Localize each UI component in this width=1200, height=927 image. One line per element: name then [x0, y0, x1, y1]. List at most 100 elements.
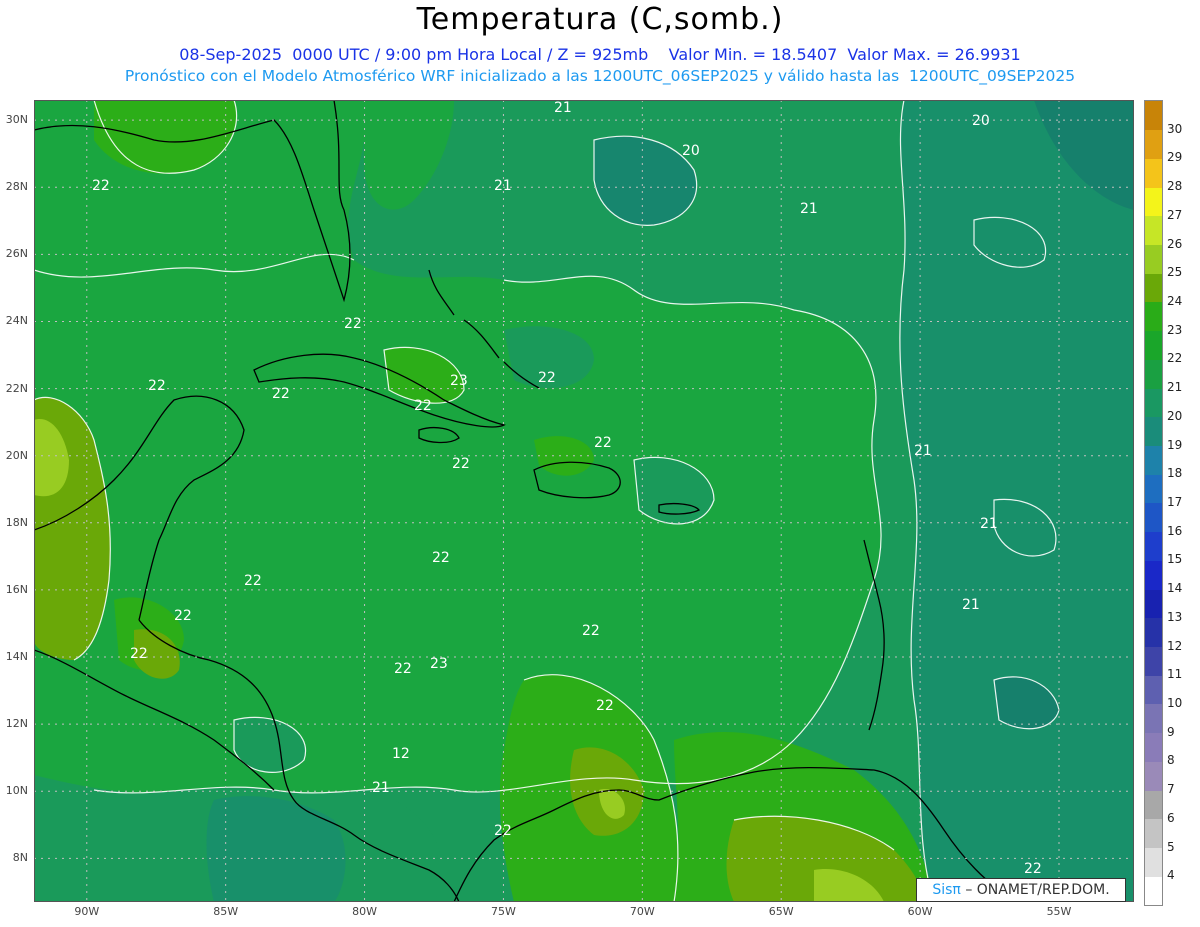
lat-label: 16N: [5, 582, 28, 596]
contour-label: 21: [800, 201, 818, 217]
colorbar-label: 18: [1167, 466, 1183, 481]
colorbar-segment: [1145, 273, 1162, 303]
contour-label: 20: [682, 143, 700, 159]
contour-label: 22: [92, 178, 110, 194]
contour-label: 22: [596, 698, 614, 714]
model-info-subtitle: Pronóstico con el Modelo Atmosférico WRF…: [124, 67, 1076, 85]
lon-label: 60W: [907, 905, 933, 918]
lon-label: 90W: [74, 905, 100, 918]
contour-label: 22: [494, 823, 512, 839]
contour-label: 22: [130, 646, 148, 662]
colorbar-label: 10: [1167, 696, 1183, 710]
colorbar-segment: [1145, 818, 1162, 849]
colorbar-label: 16: [1167, 523, 1183, 538]
lat-label: 14N: [5, 650, 28, 664]
contour-label: 21: [554, 100, 572, 116]
colorbar-segment: [1145, 158, 1162, 188]
colorbar-segment: [1145, 445, 1162, 475]
contour-label: 22: [414, 398, 432, 414]
colorbar-label: 19: [1167, 437, 1183, 452]
colorbar-label: 6: [1167, 810, 1175, 825]
contour-label: 22: [394, 661, 412, 677]
lat-label: 26N: [5, 247, 28, 261]
colorbar-label: 25: [1167, 265, 1183, 280]
colorbar-segment: [1145, 388, 1162, 418]
colorbar-label: 15: [1167, 552, 1183, 567]
contour-label: 21: [372, 780, 390, 796]
lon-label: 55W: [1046, 905, 1072, 918]
lon-label: 75W: [491, 905, 516, 918]
contour-label: 22: [582, 623, 600, 639]
colorbar-label: 22: [1167, 351, 1183, 366]
contour-label: 21: [980, 516, 998, 532]
colorbar-label: 14: [1167, 581, 1183, 596]
colorbar-segment: [1145, 129, 1162, 159]
lat-label: 20N: [5, 448, 28, 462]
colorbar-segment: [1145, 101, 1162, 131]
lon-label: 65W: [768, 905, 794, 918]
colorbar-segment: [1145, 617, 1162, 648]
lat-label: 10N: [5, 784, 28, 798]
colorbar-segment: [1145, 589, 1162, 619]
colorbar-segment: [1145, 244, 1162, 274]
colorbar-segment: [1145, 761, 1162, 791]
lat-label: 30N: [5, 113, 28, 127]
contour-label: 22: [344, 316, 362, 332]
colorbar-label: 13: [1167, 609, 1183, 624]
contour-label: 22: [1024, 861, 1042, 877]
colorbar-label: 26: [1167, 236, 1183, 251]
contour-label: 22: [272, 386, 290, 402]
lat-label: 18N: [5, 515, 28, 529]
colorbar-segment: [1145, 732, 1162, 762]
lat-label: 22N: [5, 381, 28, 395]
colorbar-label: 11: [1167, 667, 1183, 682]
map-title: Temperatura (C,somb.): [416, 2, 784, 37]
contour-label: 21: [962, 597, 980, 613]
colorbar-segment: [1145, 503, 1162, 533]
lat-label: 8N: [12, 851, 28, 865]
colorbar-label: 20: [1167, 408, 1183, 423]
colorbar-segment: [1145, 187, 1162, 217]
colorbar-segment: [1145, 876, 1162, 906]
lat-label: 28N: [5, 180, 28, 194]
colorbar-label: 4: [1167, 868, 1175, 883]
contour-label: 22: [174, 608, 192, 624]
colorbar-label: 7: [1167, 782, 1175, 797]
contour-label: 20: [972, 113, 990, 129]
colorbar-label: 17: [1167, 495, 1183, 509]
credit-brand: Sisπ: [932, 882, 961, 898]
lon-label: 70W: [629, 905, 655, 918]
contour-label: 12: [392, 746, 410, 762]
colorbar-label: 27: [1167, 207, 1183, 222]
contour-label: 22: [594, 435, 612, 451]
colorbar-segment: [1145, 704, 1162, 734]
colorbar-segment: [1145, 359, 1162, 389]
colorbar-label: 23: [1167, 322, 1183, 337]
lon-label: 85W: [213, 905, 239, 918]
colorbar-label: 9: [1167, 724, 1175, 739]
contour-label: 22: [244, 573, 262, 589]
colorbar-segment: [1145, 531, 1162, 561]
credit-org: – ONAMET/REP.DOM.: [965, 882, 1110, 898]
colorbar-segment: [1145, 302, 1162, 332]
colorbar-segment: [1145, 330, 1162, 360]
colorbar-label: 12: [1167, 638, 1183, 653]
color-legend: [1144, 100, 1163, 906]
lat-label: 24N: [5, 314, 28, 328]
colorbar-label: 29: [1167, 150, 1183, 165]
colorbar-segment: [1145, 675, 1162, 705]
colorbar-label: 21: [1167, 380, 1183, 395]
colorbar-segment: [1145, 474, 1162, 504]
contour-label: 22: [148, 378, 166, 394]
colorbar-segment: [1145, 416, 1162, 447]
colorbar-label: 5: [1167, 839, 1175, 854]
colorbar-label: 8: [1167, 753, 1175, 768]
lat-label: 12N: [5, 717, 28, 731]
contour-label: 21: [494, 178, 512, 194]
contour-label: 21: [914, 443, 932, 459]
colorbar-segment: [1145, 215, 1162, 246]
contour-label: 23: [430, 656, 448, 672]
contour-label: 22: [538, 370, 556, 386]
valid-time-subtitle: 08-Sep-2025 0000 UTC / 9:00 pm Hora Loca…: [179, 45, 1021, 64]
colorbar-label: 28: [1167, 179, 1183, 194]
